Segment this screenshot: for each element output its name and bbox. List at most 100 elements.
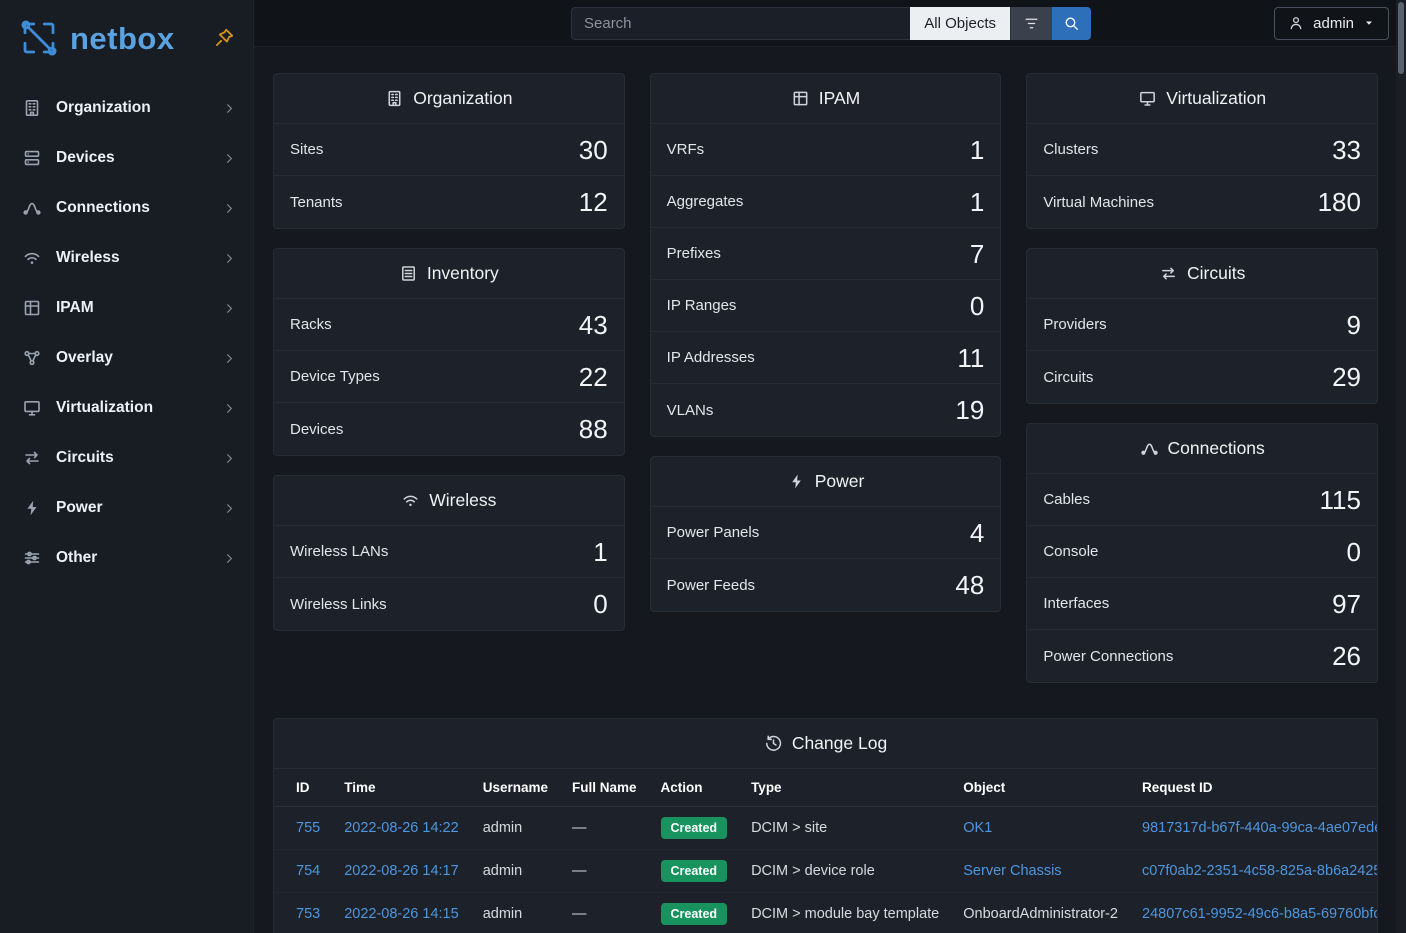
changelog-id-link[interactable]: 754 xyxy=(296,863,320,879)
column-header-object: Object xyxy=(951,769,1130,807)
stat-value[interactable]: 1 xyxy=(970,189,984,215)
stat-value[interactable]: 12 xyxy=(579,189,608,215)
stat-value[interactable]: 48 xyxy=(955,572,984,598)
stat-value[interactable]: 22 xyxy=(579,364,608,390)
scrollbar-thumb[interactable] xyxy=(1398,2,1404,74)
changelog-request-id-link[interactable]: c07f0ab2-2351-4c58-825a-8b6a2425a1ab xyxy=(1142,863,1378,879)
page-scrollbar[interactable] xyxy=(1396,0,1406,933)
stat-value[interactable]: 43 xyxy=(579,312,608,338)
circuits-card: Circuits Providers 9 Circuits 29 xyxy=(1026,248,1378,404)
stat-value[interactable]: 0 xyxy=(593,591,607,617)
stat-value[interactable]: 7 xyxy=(970,241,984,267)
global-search-input[interactable] xyxy=(571,7,910,40)
user-menu-button[interactable]: admin xyxy=(1274,7,1389,40)
card-title: Change Log xyxy=(792,733,887,754)
search-icon xyxy=(1063,15,1080,32)
changelog-request-id-link[interactable]: 9817317d-b67f-440a-99ca-4ae07ede94df xyxy=(1142,820,1378,836)
stat-label[interactable]: Aggregates xyxy=(667,193,744,210)
stat-label[interactable]: Console xyxy=(1043,543,1098,560)
transfer-arrows-icon xyxy=(22,448,42,468)
sidebar-item-connections[interactable]: Connections xyxy=(0,183,253,233)
changelog-time-link[interactable]: 2022-08-26 14:15 xyxy=(344,906,459,922)
stat-label[interactable]: VRFs xyxy=(667,141,705,158)
stat-value[interactable]: 1 xyxy=(970,137,984,163)
sidebar-item-power[interactable]: Power xyxy=(0,483,253,533)
object-type-select-button[interactable]: All Objects xyxy=(910,7,1010,40)
stat-value[interactable]: 30 xyxy=(579,137,608,163)
stat-label[interactable]: Devices xyxy=(290,421,343,438)
sidebar-item-organization[interactable]: Organization xyxy=(0,83,253,133)
sidebar-item-circuits[interactable]: Circuits xyxy=(0,433,253,483)
stat-label[interactable]: Wireless LANs xyxy=(290,543,388,560)
search-filter-button[interactable] xyxy=(1010,7,1052,40)
stat-value[interactable]: 0 xyxy=(1347,539,1361,565)
building-icon xyxy=(385,89,404,108)
stat-label[interactable]: VLANs xyxy=(667,402,714,419)
stat-label[interactable]: IP Ranges xyxy=(667,297,737,314)
stat-label[interactable]: Power Panels xyxy=(667,524,760,541)
stat-row-power-panels: Power Panels 4 xyxy=(651,507,1001,559)
table-row: 754 2022-08-26 14:17 admin — Created DCI… xyxy=(274,850,1378,893)
stat-row-racks: Racks 43 xyxy=(274,299,624,351)
stat-label[interactable]: Cables xyxy=(1043,491,1090,508)
stat-value[interactable]: 88 xyxy=(579,416,608,442)
stat-value[interactable]: 29 xyxy=(1332,364,1361,390)
stat-label[interactable]: Interfaces xyxy=(1043,595,1109,612)
lightning-bolt-icon xyxy=(22,498,42,518)
sidebar-item-wireless[interactable]: Wireless xyxy=(0,233,253,283)
stat-value[interactable]: 9 xyxy=(1347,312,1361,338)
changelog-time-link[interactable]: 2022-08-26 14:17 xyxy=(344,863,459,879)
stat-label[interactable]: Wireless Links xyxy=(290,596,387,613)
chevron-right-icon xyxy=(222,401,237,416)
stat-row-vlans: VLANs 19 xyxy=(651,384,1001,436)
stat-label[interactable]: Prefixes xyxy=(667,245,721,262)
stat-label[interactable]: Clusters xyxy=(1043,141,1098,158)
changelog-request-id-link[interactable]: 24807c61-9952-49c6-b8a5-69760bfcc4b3 xyxy=(1142,906,1378,922)
stat-value[interactable]: 97 xyxy=(1332,591,1361,617)
sidebar-item-virtualization[interactable]: Virtualization xyxy=(0,383,253,433)
stat-row-power-connections: Power Connections 26 xyxy=(1027,630,1377,682)
stat-value[interactable]: 33 xyxy=(1332,137,1361,163)
sidebar-item-devices[interactable]: Devices xyxy=(0,133,253,183)
changelog-object-link[interactable]: OK1 xyxy=(963,820,992,836)
action-badge: Created xyxy=(661,903,728,925)
stat-row-ip-addresses: IP Addresses 11 xyxy=(651,332,1001,384)
netbox-logo-icon[interactable] xyxy=(18,17,60,59)
dashboard-column-3: Virtualization Clusters 33 Virtual Machi… xyxy=(1026,73,1378,683)
stat-value[interactable]: 19 xyxy=(955,397,984,423)
search-submit-button[interactable] xyxy=(1052,7,1091,40)
stat-label[interactable]: Tenants xyxy=(290,194,343,211)
stat-label[interactable]: Providers xyxy=(1043,316,1106,333)
stat-label[interactable]: Virtual Machines xyxy=(1043,194,1154,211)
changelog-object-link[interactable]: Server Chassis xyxy=(963,863,1061,879)
table-row: 755 2022-08-26 14:22 admin — Created DCI… xyxy=(274,807,1378,850)
changelog-id-link[interactable]: 753 xyxy=(296,906,320,922)
stat-label[interactable]: Sites xyxy=(290,141,323,158)
changelog-id-link[interactable]: 755 xyxy=(296,820,320,836)
stat-label[interactable]: Racks xyxy=(290,316,332,333)
stat-value[interactable]: 11 xyxy=(957,345,984,371)
stat-value[interactable]: 180 xyxy=(1318,189,1361,215)
sidebar-item-overlay[interactable]: Overlay xyxy=(0,333,253,383)
stat-row-wireless-links: Wireless Links 0 xyxy=(274,578,624,630)
stat-value[interactable]: 115 xyxy=(1320,487,1361,513)
stat-label[interactable]: IP Addresses xyxy=(667,349,755,366)
netbox-logo-text[interactable]: netbox xyxy=(70,23,175,54)
sidebar-item-other[interactable]: Other xyxy=(0,533,253,583)
stat-value[interactable]: 1 xyxy=(593,539,607,565)
sidebar-pin-toggle[interactable] xyxy=(213,27,235,49)
stat-value[interactable]: 0 xyxy=(970,293,984,319)
card-header: Organization xyxy=(274,74,624,124)
card-header: Inventory xyxy=(274,249,624,299)
stat-label[interactable]: Power Feeds xyxy=(667,577,755,594)
changelog-time-link[interactable]: 2022-08-26 14:22 xyxy=(344,820,459,836)
stat-value[interactable]: 26 xyxy=(1332,643,1361,669)
stat-label[interactable]: Device Types xyxy=(290,368,380,385)
sidebar-item-ipam[interactable]: IPAM xyxy=(0,283,253,333)
transfer-arrows-icon xyxy=(1159,264,1178,283)
card-header: Wireless xyxy=(274,476,624,526)
stat-label[interactable]: Power Connections xyxy=(1043,648,1173,665)
stat-value[interactable]: 4 xyxy=(970,520,984,546)
changelog-type: DCIM > site xyxy=(739,807,951,850)
stat-label[interactable]: Circuits xyxy=(1043,369,1093,386)
